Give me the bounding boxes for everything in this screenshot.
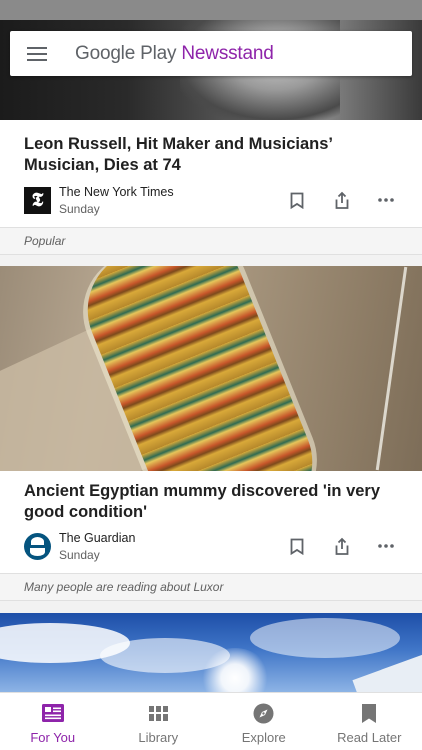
bottom-navigation: For You Library Explore Read Later bbox=[0, 692, 422, 750]
nav-label: Read Later bbox=[337, 730, 402, 745]
more-options-icon[interactable] bbox=[375, 535, 397, 557]
compass-icon bbox=[253, 702, 275, 724]
article-headline[interactable]: Leon Russell, Hit Maker and Musicians’ M… bbox=[24, 134, 398, 176]
nav-read-later[interactable]: Read Later bbox=[317, 693, 422, 750]
menu-icon[interactable] bbox=[27, 46, 47, 61]
for-you-icon bbox=[41, 702, 64, 724]
nav-library[interactable]: Library bbox=[106, 693, 212, 750]
bookmark-icon[interactable] bbox=[286, 535, 308, 557]
article-card[interactable]: Ancient Egyptian mummy discovered 'in ve… bbox=[0, 471, 422, 573]
article-source-row: 𝕿 The New York Times Sunday bbox=[24, 185, 402, 216]
status-bar bbox=[0, 0, 422, 20]
brand-prefix: Google Play bbox=[75, 42, 177, 64]
share-icon[interactable] bbox=[331, 189, 353, 211]
source-name[interactable]: The New York Times bbox=[59, 185, 174, 199]
article-source-row: The Guardian Sunday bbox=[24, 531, 402, 562]
article-headline[interactable]: Ancient Egyptian mummy discovered 'in ve… bbox=[24, 481, 398, 523]
more-options-icon[interactable] bbox=[375, 189, 397, 211]
nav-label: Library bbox=[138, 730, 179, 745]
article-reason: Popular bbox=[24, 234, 66, 248]
app-bar: Google Play Newsstand bbox=[10, 31, 412, 76]
article-date: Sunday bbox=[59, 202, 100, 216]
source-name[interactable]: The Guardian bbox=[59, 531, 135, 545]
article-card[interactable]: Leon Russell, Hit Maker and Musicians’ M… bbox=[0, 120, 422, 228]
nav-for-you[interactable]: For You bbox=[0, 693, 106, 750]
article-footer: Popular bbox=[0, 227, 422, 255]
app-title: Google Play Newsstand bbox=[75, 43, 274, 65]
nav-explore[interactable]: Explore bbox=[211, 693, 317, 750]
library-grid-icon bbox=[147, 702, 169, 724]
guardian-logo-icon bbox=[24, 533, 51, 560]
share-icon[interactable] bbox=[331, 535, 353, 557]
article-date: Sunday bbox=[59, 548, 100, 562]
nav-label: Explore bbox=[241, 730, 286, 745]
article-image-sky[interactable] bbox=[0, 613, 422, 693]
bookmark-icon[interactable] bbox=[286, 189, 308, 211]
nyt-logo-icon: 𝕿 bbox=[24, 187, 51, 214]
bookmark-icon bbox=[358, 702, 380, 724]
article-image-mummy[interactable] bbox=[0, 266, 422, 471]
nav-label: For You bbox=[30, 730, 76, 745]
article-footer: Many people are reading about Luxor bbox=[0, 573, 422, 601]
article-reason: Many people are reading about Luxor bbox=[24, 580, 224, 594]
brand-suffix: Newsstand bbox=[181, 42, 274, 64]
